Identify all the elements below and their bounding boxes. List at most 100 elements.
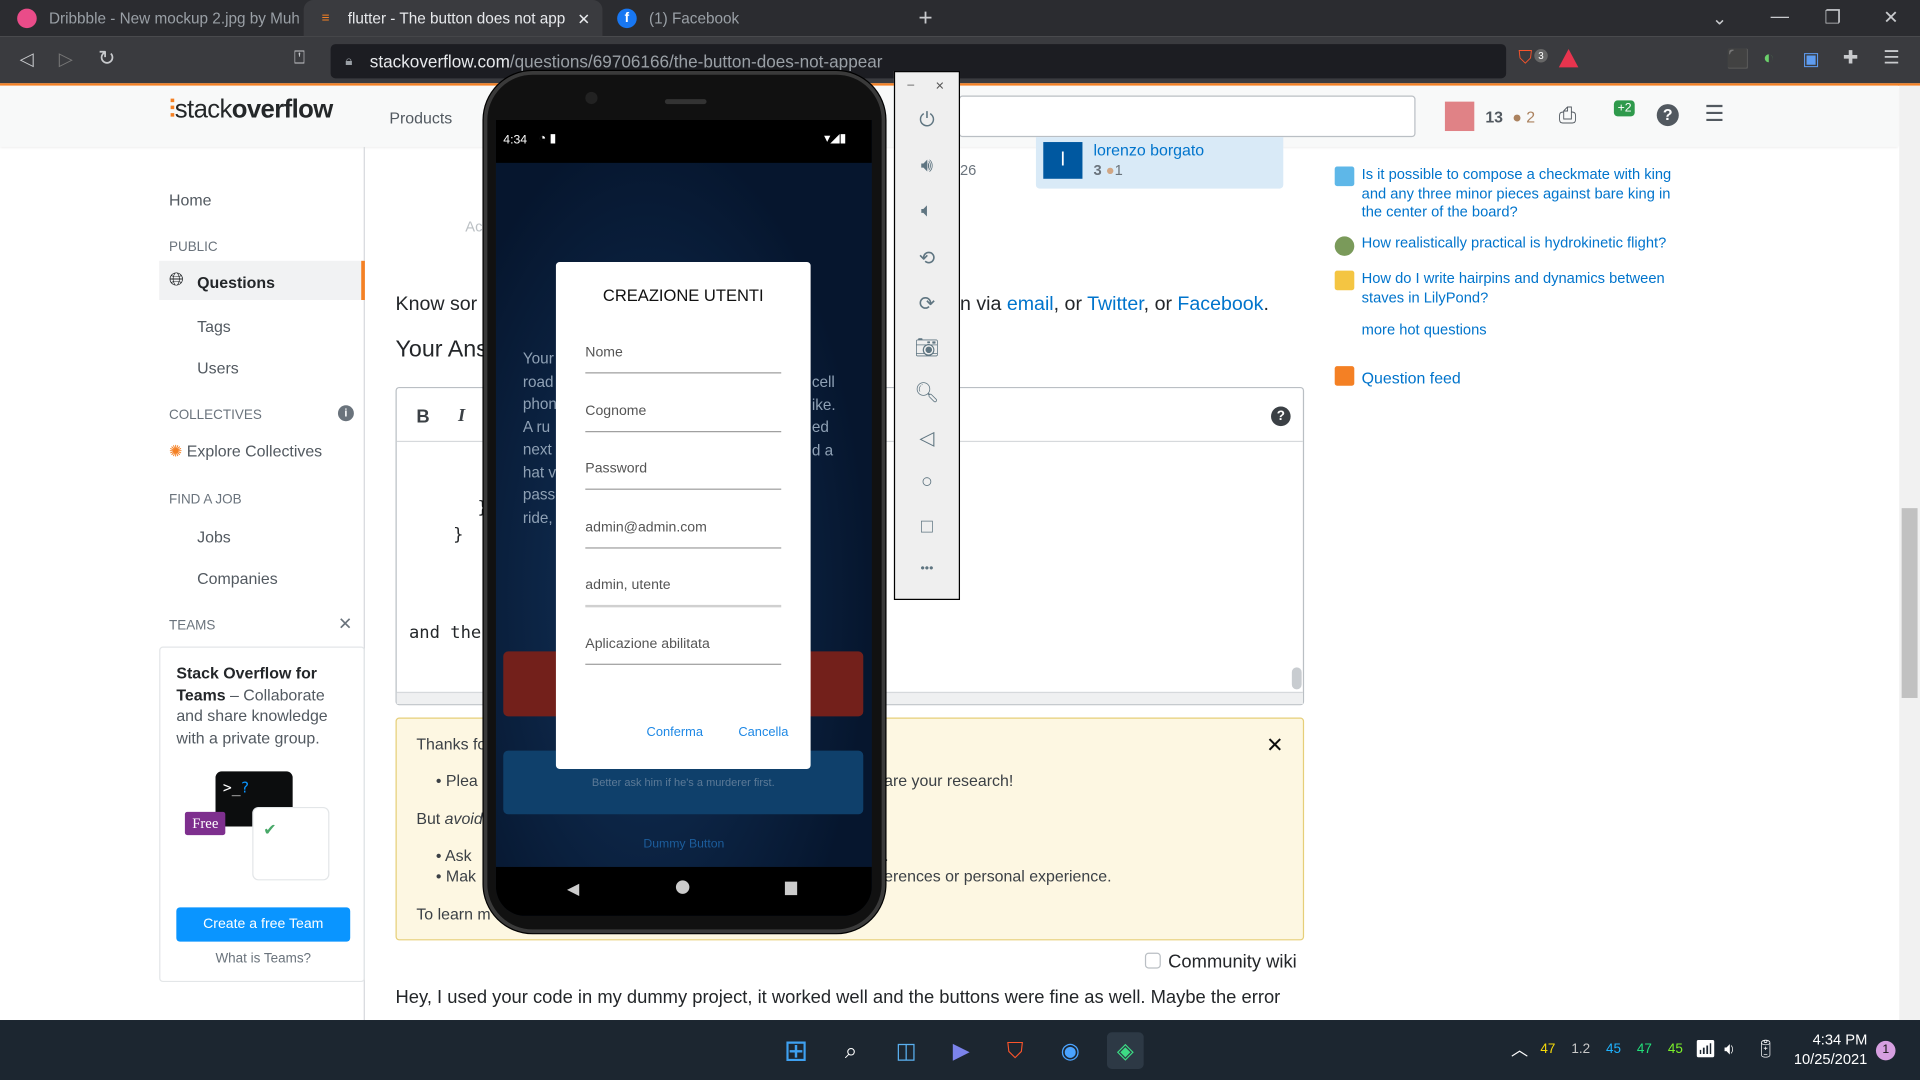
bold-button[interactable]: B	[416, 407, 429, 428]
emulator-toolbar: – × ⏻ 🔊︎ 🔈︎ ⟲ ⟳ 📷︎ 🔍︎ ◁ ○ □ •••	[893, 71, 961, 601]
password-field[interactable]: Password	[585, 462, 782, 490]
page-scrollbar[interactable]	[1899, 85, 1920, 1021]
brave-shields-icon[interactable]: ⛉	[1518, 48, 1532, 69]
tab-dribbble[interactable]: Dribbble - New mockup 2.jpg by Muh	[5, 0, 299, 37]
tab-search-icon[interactable]: ⌄	[1712, 7, 1727, 30]
minimize-window-icon[interactable]: —	[1771, 6, 1789, 27]
so-logo[interactable]: ⫶stackoverflow	[169, 96, 333, 125]
more-options-icon[interactable]: •••	[895, 562, 959, 575]
tab-facebook[interactable]: f (1) Facebook	[605, 0, 899, 37]
sidebar-item-companies[interactable]: Companies	[197, 569, 278, 587]
community-wiki-checkbox[interactable]	[1144, 952, 1161, 969]
url-host: stackoverflow.com	[369, 51, 510, 72]
overview-icon[interactable]: □	[895, 517, 959, 539]
sidebar-item-label: Questions	[197, 273, 275, 292]
email-field[interactable]: admin@admin.com	[585, 520, 782, 549]
app-icon[interactable]: ◉	[1052, 1032, 1089, 1069]
rotate-right-icon[interactable]: ⟳	[895, 291, 959, 315]
sidebar-item-questions[interactable]: 🌐︎ Questions	[159, 260, 365, 301]
forward-icon[interactable]: ▷	[59, 48, 73, 70]
brave-rewards-icon[interactable]	[1558, 48, 1579, 68]
restore-window-icon[interactable]: ❐	[1825, 6, 1841, 28]
close-window-icon[interactable]: ✕	[1883, 6, 1898, 28]
wifi-icon[interactable]: 📶︎	[1695, 1038, 1717, 1059]
nav-home-icon[interactable]	[675, 880, 690, 894]
inbox-icon[interactable]: ⎙	[1559, 103, 1577, 129]
nav-back-icon[interactable]: ◀	[567, 879, 579, 899]
emulator-minimize-button[interactable]: –	[907, 78, 914, 91]
sidebar-item-home[interactable]: Home	[169, 191, 211, 209]
close-icon[interactable]: ✕	[338, 613, 352, 634]
avatar[interactable]	[1444, 101, 1475, 132]
sidebar-item-tags[interactable]: Tags	[197, 317, 231, 335]
back-icon[interactable]: ◁	[20, 48, 34, 70]
sidebar-item-explore-collectives[interactable]: ✺ Explore Collectives	[169, 442, 322, 462]
reload-icon[interactable]: ↻	[98, 47, 115, 71]
extension-icon[interactable]: ◐	[1763, 48, 1774, 69]
cognome-field[interactable]: Cognome	[585, 404, 782, 433]
new-tab-button[interactable]: +	[918, 5, 932, 33]
create-team-button[interactable]: Create a free Team	[176, 907, 351, 942]
status-time: 4:34	[503, 133, 528, 147]
teams-chat-icon[interactable]: ▶	[943, 1032, 980, 1069]
notice-text: erences or personal experience.	[884, 866, 1112, 886]
site-switcher-icon[interactable]: ☰	[1705, 102, 1725, 128]
search-icon[interactable]: ⌕	[833, 1032, 870, 1069]
user-avatar[interactable]: l	[1043, 142, 1083, 179]
sidebar-item-jobs[interactable]: Jobs	[197, 528, 231, 546]
nome-field[interactable]: Nome	[585, 345, 782, 374]
extensions-puzzle-icon[interactable]: ✚	[1843, 47, 1858, 69]
roles-field[interactable]: admin, utente	[585, 578, 782, 608]
dummy-button[interactable]: Dummy Button	[496, 838, 872, 851]
share-email-link[interactable]: email	[1007, 294, 1054, 315]
achievements-badge[interactable]: +2	[1613, 100, 1636, 117]
what-is-teams-link[interactable]: What is Teams?	[160, 951, 366, 966]
help-icon[interactable]: ?	[1656, 104, 1679, 127]
extension-icon[interactable]: ⬛	[1727, 48, 1750, 70]
home-icon[interactable]: ○	[895, 471, 959, 493]
menu-icon[interactable]: ☰	[1883, 47, 1899, 69]
power-icon[interactable]: ⏻	[895, 110, 959, 132]
rotate-left-icon[interactable]: ⟲	[895, 246, 959, 270]
volume-up-icon[interactable]: 🔊︎	[895, 156, 959, 178]
question-feed-link[interactable]: Question feed	[1362, 369, 1683, 388]
info-icon[interactable]: i	[337, 405, 354, 422]
share-facebook-link[interactable]: Facebook	[1177, 294, 1263, 315]
close-tab-icon[interactable]: ✕	[577, 9, 590, 27]
notification-badge[interactable]: 1	[1875, 1040, 1896, 1061]
hot-question-link[interactable]: How realistically practical is hydrokine…	[1362, 234, 1683, 253]
cancel-button[interactable]: Cancella	[738, 725, 788, 740]
battery-icon[interactable]: 🔋︎	[1755, 1038, 1777, 1059]
share-twitter-link[interactable]: Twitter	[1087, 294, 1144, 315]
emulator-close-button[interactable]: ×	[936, 77, 945, 94]
zoom-icon[interactable]: 🔍︎	[895, 381, 959, 405]
app-enabled-field[interactable]: Aplicazione abilitata	[585, 637, 782, 665]
windows-start-icon[interactable]: ⊞	[778, 1032, 815, 1069]
bookmark-icon[interactable]: ⍞	[294, 48, 305, 69]
android-studio-icon[interactable]: ◈	[1106, 1032, 1144, 1069]
products-menu[interactable]: Products	[389, 109, 452, 127]
confirm-button[interactable]: Conferma	[647, 725, 703, 740]
volume-icon[interactable]: 🔉︎	[1724, 1038, 1735, 1059]
volume-down-icon[interactable]: 🔈︎	[895, 201, 959, 223]
clock[interactable]: 4:34 PM 10/25/2021	[1788, 1031, 1868, 1068]
back-icon[interactable]: ◁	[895, 426, 959, 450]
editor-scrollbar[interactable]	[1291, 667, 1302, 690]
search-input[interactable]	[958, 95, 1416, 138]
sidebar-item-users[interactable]: Users	[197, 359, 239, 377]
tab-stackoverflow[interactable]: ≡ flutter - The button does not app ✕	[303, 0, 603, 37]
screenshot-camera-icon[interactable]: 📷︎	[895, 336, 959, 360]
hot-question-link[interactable]: How do I write hairpins and dynamics bet…	[1362, 269, 1683, 307]
more-hot-questions-link[interactable]: more hot questions	[1362, 321, 1683, 340]
translate-icon[interactable]: ▣	[1802, 48, 1819, 70]
user-name-link[interactable]: lorenzo borgato	[1093, 141, 1204, 159]
italic-button[interactable]: I	[458, 407, 465, 428]
close-notice-button[interactable]: ✕	[1266, 733, 1283, 757]
task-view-icon[interactable]: ◫	[888, 1032, 925, 1069]
brave-browser-icon[interactable]: ⛉	[997, 1032, 1034, 1069]
nav-recents-icon[interactable]	[784, 881, 798, 896]
hot-question-link[interactable]: Is it possible to compose a checkmate wi…	[1362, 165, 1683, 222]
scrollbar-thumb[interactable]	[1901, 508, 1918, 698]
editor-help-icon[interactable]: ?	[1271, 406, 1291, 427]
tray-expand-icon[interactable]: ︿	[1511, 1037, 1528, 1061]
